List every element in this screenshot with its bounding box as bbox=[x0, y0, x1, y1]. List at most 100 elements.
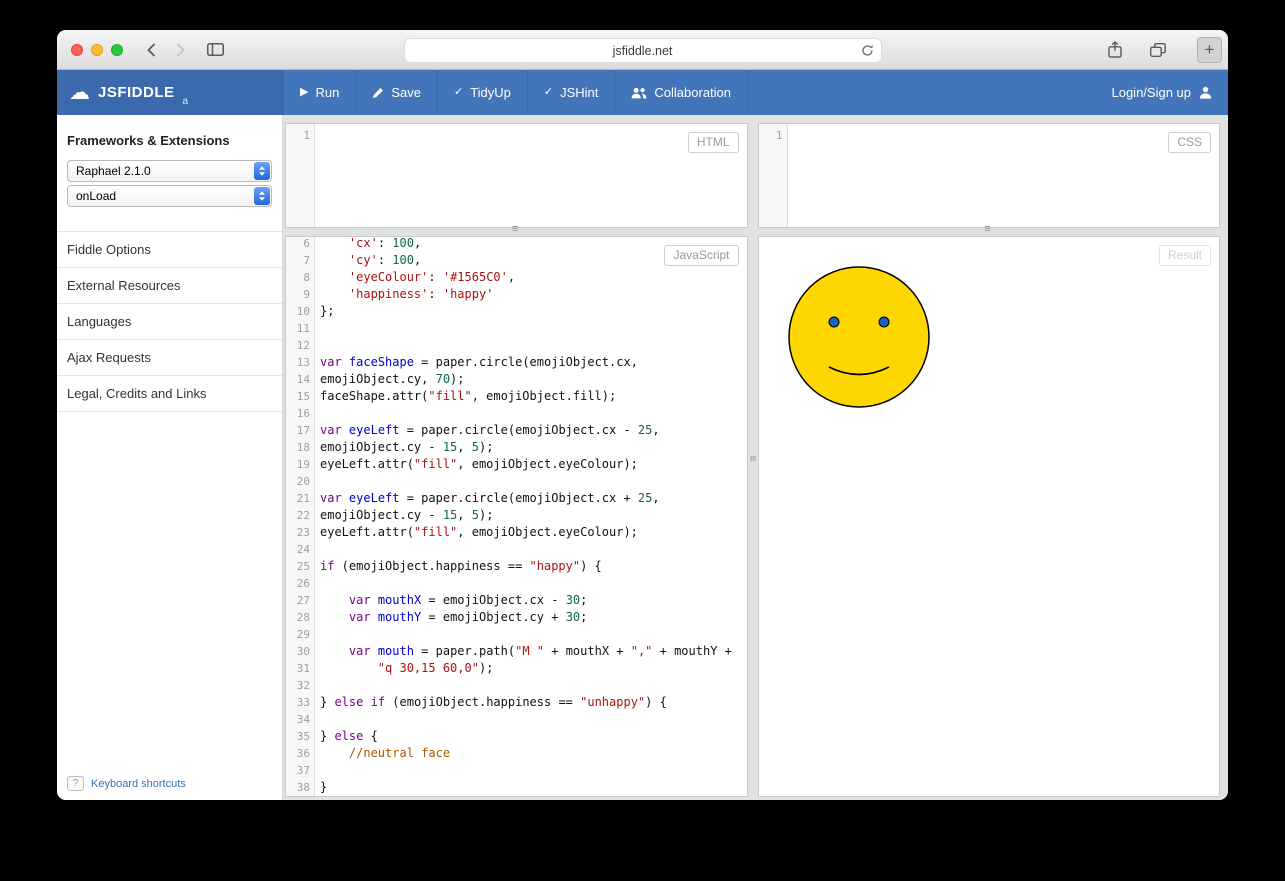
js-gutter: 6 7 8 9 10 11 12 13 14 15 16 17 18 19 20 21 22 23 24 25 26 27… bbox=[286, 237, 315, 796]
line-number: 31 bbox=[296, 662, 310, 675]
close-button[interactable] bbox=[71, 43, 83, 56]
titlebar: jsfiddle.net + bbox=[57, 30, 1228, 70]
code-line: var mouthX = emojiObject.cx - 30; bbox=[348, 593, 588, 607]
line-number: 10 bbox=[296, 305, 310, 318]
url-text: jsfiddle.net bbox=[612, 43, 673, 58]
code-line: emojiObject.cy, 70); bbox=[320, 372, 465, 386]
framework-select[interactable]: Raphael 2.1.0 bbox=[67, 160, 272, 182]
line-number: 14 bbox=[296, 373, 310, 386]
jsfiddle-header: ☁ JSFIDDLE a ▶ Run Save ✓ TidyUp ✓ JSHint Colla… bbox=[57, 70, 1228, 115]
line-number: 27 bbox=[296, 594, 310, 607]
code-line: } else { bbox=[320, 729, 378, 743]
line-number: 37 bbox=[296, 764, 310, 777]
line-number: 17 bbox=[296, 424, 310, 437]
toolbar-button-jshint[interactable]: ✓ JSHint bbox=[528, 70, 616, 115]
login-button[interactable]: Login/Sign up bbox=[1095, 70, 1228, 115]
line-number: 1 bbox=[775, 129, 783, 142]
sidebar-footer: ? Keyboard shortcuts bbox=[67, 776, 186, 791]
url-field[interactable]: jsfiddle.net bbox=[403, 38, 882, 63]
save-pencil-icon bbox=[372, 87, 384, 99]
line-number: 28 bbox=[296, 611, 310, 624]
line-number: 35 bbox=[296, 730, 310, 743]
sidebar-item-legal-credits-and-links[interactable]: Legal, Credits and Links bbox=[57, 376, 282, 412]
onload-select[interactable]: onLoad bbox=[67, 185, 272, 207]
keyboard-shortcuts-link[interactable]: Keyboard shortcuts bbox=[91, 778, 186, 790]
html-code-area[interactable] bbox=[315, 124, 747, 227]
toolbar-button-run[interactable]: ▶ Run bbox=[283, 70, 357, 115]
code-line: if (emojiObject.happiness == "happy") { bbox=[320, 559, 602, 573]
minimize-button[interactable] bbox=[91, 43, 103, 56]
code-line: var mouthY = emojiObject.cy + 30; bbox=[348, 610, 588, 624]
code-line: "q 30,15 60,0"); bbox=[377, 661, 494, 675]
sidebar-item-fiddle-options[interactable]: Fiddle Options bbox=[57, 232, 282, 268]
reload-icon[interactable] bbox=[861, 44, 874, 60]
cloud-logo-icon: ☁ bbox=[69, 81, 90, 104]
resize-grip-vertical[interactable] bbox=[747, 455, 758, 461]
panel-js: 6 7 8 9 10 11 12 13 14 15 16 17 18 19 20 21 22 23 24 25 26 27… bbox=[285, 236, 748, 797]
select-stepper-icon bbox=[254, 162, 270, 180]
line-number: 34 bbox=[296, 713, 310, 726]
line-number: 33 bbox=[296, 696, 310, 709]
toolbar-button-label: Save bbox=[391, 85, 421, 100]
page-content: Frameworks & Extensions Raphael 2.1.0 on… bbox=[57, 115, 1228, 800]
smiley-eye-left bbox=[828, 316, 839, 328]
traffic-lights bbox=[71, 43, 123, 56]
toolbar-button-label: JSHint bbox=[560, 85, 599, 100]
sidebar-item-ajax-requests[interactable]: Ajax Requests bbox=[57, 340, 282, 376]
back-button[interactable] bbox=[147, 42, 156, 57]
line-number: 7 bbox=[303, 254, 310, 267]
tidyup-check-icon: ✓ bbox=[453, 86, 464, 98]
tabs-overview-icon[interactable] bbox=[1150, 42, 1166, 57]
share-icon[interactable] bbox=[1108, 41, 1122, 58]
resize-grip-horizontal-right[interactable] bbox=[984, 224, 990, 235]
frameworks-heading: Frameworks & Extensions bbox=[67, 133, 230, 148]
code-line: eyeLeft.attr("fill", emojiObject.eyeColo… bbox=[320, 457, 638, 471]
html-gutter: 1 bbox=[286, 124, 315, 227]
code-line: var faceShape = paper.circle(emojiObject… bbox=[320, 355, 638, 369]
resize-grip-horizontal-left[interactable] bbox=[512, 224, 518, 235]
desktop: { "colors": { "brand_blue": "#4375bb", "… bbox=[0, 0, 1285, 881]
user-icon bbox=[1199, 86, 1212, 99]
toolbar-button-save[interactable]: Save bbox=[356, 70, 438, 115]
toolbar-button-collaboration[interactable]: Collaboration bbox=[615, 70, 749, 115]
line-number: 6 bbox=[303, 237, 310, 250]
js-scroll-region: 6 7 8 9 10 11 12 13 14 15 16 17 18 19 20 21 22 23 24 25 26 27… bbox=[286, 237, 747, 796]
sidebar-item-external-resources[interactable]: External Resources bbox=[57, 268, 282, 304]
logo-text: JSFIDDLE bbox=[98, 84, 175, 101]
sidebar-item-languages[interactable]: Languages bbox=[57, 304, 282, 340]
css-gutter: 1 bbox=[758, 124, 788, 227]
line-number: 23 bbox=[296, 526, 310, 539]
logo-alpha-badge: a bbox=[182, 96, 189, 107]
js-code-area[interactable]: 'cx': 100, 'cy': 100, 'eyeColour': '#156… bbox=[315, 237, 747, 796]
smiley-eye-right bbox=[878, 316, 889, 328]
sidebar-menu: Fiddle Options External Resources Language… bbox=[57, 231, 282, 412]
jsfiddle-logo[interactable]: ☁ JSFIDDLE a bbox=[57, 70, 283, 115]
zoom-button[interactable] bbox=[111, 43, 123, 56]
help-button[interactable]: ? bbox=[67, 776, 84, 791]
code-line: faceShape.attr("fill", emojiObject.fill)… bbox=[320, 389, 617, 403]
line-number: 12 bbox=[296, 339, 310, 352]
forward-button[interactable] bbox=[176, 42, 185, 57]
line-number: 22 bbox=[296, 509, 310, 522]
css-code-area[interactable] bbox=[788, 124, 1220, 227]
html-panel-label: HTML bbox=[687, 132, 739, 153]
sidebar-toggle-icon[interactable] bbox=[207, 43, 224, 56]
line-number: 19 bbox=[296, 458, 310, 471]
editor-area: 1 HTML 1 CSS 6 7 8 9 10 11 12 13 14 15 16 17 18 19 20 2… bbox=[283, 115, 1228, 800]
toolbar-button-tidyup[interactable]: ✓ TidyUp bbox=[438, 70, 528, 115]
nav-buttons bbox=[147, 42, 185, 57]
new-tab-button[interactable]: + bbox=[1197, 37, 1222, 63]
code-line: }; bbox=[320, 304, 335, 318]
toolbar-button-label: TidyUp bbox=[470, 85, 511, 100]
line-number: 29 bbox=[296, 628, 310, 641]
code-line: 'happiness': 'happy' bbox=[348, 287, 494, 301]
line-number: 9 bbox=[303, 288, 310, 301]
panel-html: 1 HTML bbox=[285, 123, 748, 228]
code-line: } bbox=[320, 780, 328, 794]
browser-window: jsfiddle.net + ☁ JSFIDDLE a ▶ Run Save ✓ Tid… bbox=[57, 30, 1228, 800]
